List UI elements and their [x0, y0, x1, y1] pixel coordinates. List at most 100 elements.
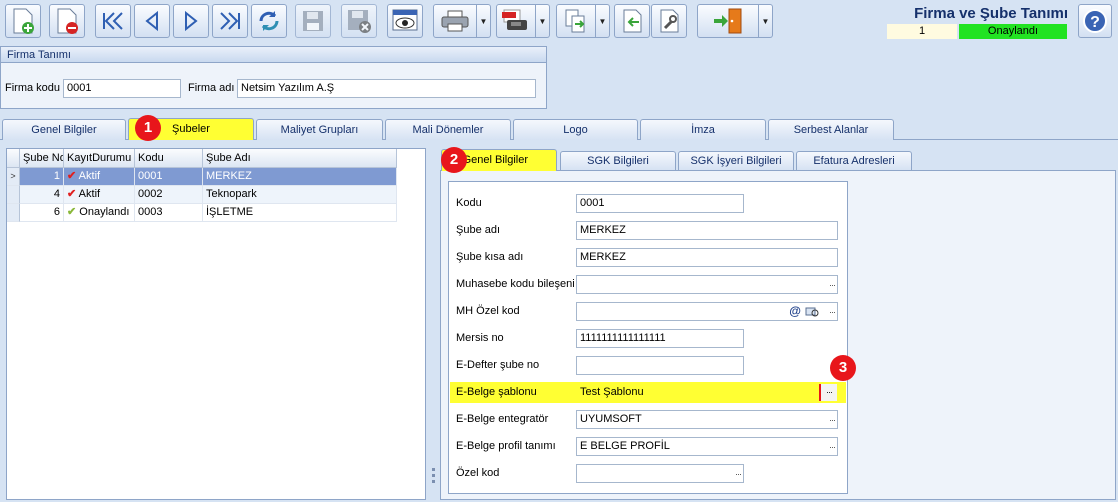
ellipsis-button[interactable]: ···	[829, 439, 836, 455]
at-icon[interactable]: @	[789, 303, 801, 320]
tab-logo[interactable]: Logo	[513, 119, 638, 140]
delete-button[interactable]	[49, 4, 85, 38]
ebelge-entegrator-label: E-Belge entegratör	[456, 413, 549, 425]
col-header-sube-no[interactable]: Şube No	[20, 149, 64, 168]
ebelge-sablonu-input[interactable]: Test Şablonu ···	[576, 383, 838, 402]
mersis-no-input[interactable]: 1111111111111111	[576, 329, 744, 348]
marker-2: 2	[441, 147, 467, 173]
next-record-button[interactable]	[173, 4, 209, 38]
refresh-button[interactable]	[251, 4, 287, 38]
exit-button[interactable]	[697, 4, 759, 38]
table-row-cell-kodu[interactable]: 0001	[135, 168, 203, 186]
firma-kodu-label: Firma kodu	[5, 82, 61, 94]
subtab-efatura-adresleri[interactable]: Efatura Adresleri	[796, 151, 912, 170]
table-row-cell-durum[interactable]: ✔ Aktif	[64, 168, 135, 186]
import-button[interactable]	[614, 4, 650, 38]
ebelge-profil-label: E-Belge profil tanımı	[456, 440, 556, 452]
kodu-input[interactable]: 0001	[576, 194, 744, 213]
table-row-cell-no[interactable]: 6	[20, 204, 64, 222]
ellipsis-button[interactable]: ···	[829, 304, 836, 320]
row-indicator[interactable]	[7, 186, 20, 204]
new-button[interactable]	[5, 4, 41, 38]
exit-dropdown[interactable]: ▼	[759, 4, 773, 38]
ellipsis-button[interactable]: ···	[829, 412, 836, 428]
table-row-cell-no[interactable]: 4	[20, 186, 64, 204]
sube-adi-input[interactable]: MERKEZ	[576, 221, 838, 240]
cancel-save-button[interactable]	[341, 4, 377, 38]
settings-button[interactable]	[651, 4, 687, 38]
ebelge-sablonu-ellipsis-button[interactable]: ···	[819, 384, 837, 401]
table-row-cell-ad[interactable]: MERKEZ	[203, 168, 397, 186]
subtab-sgk-isyeri-bilgileri[interactable]: SGK İşyeri Bilgileri	[678, 151, 794, 170]
row-indicator[interactable]: >	[7, 168, 20, 186]
tab-genel-bilgiler[interactable]: Genel Bilgiler	[2, 119, 126, 140]
last-record-icon	[220, 12, 240, 30]
ebelge-profil-input[interactable]: E BELGE PROFİL ···	[576, 437, 838, 456]
table-row-cell-no[interactable]: 1	[20, 168, 64, 186]
table-row-cell-kodu[interactable]: 0003	[135, 204, 203, 222]
next-record-icon	[185, 10, 198, 32]
ebelge-entegrator-input[interactable]: UYUMSOFT ···	[576, 410, 838, 429]
search-icon[interactable]	[805, 305, 819, 320]
mh-ozel-kod-input[interactable]: @ ···	[576, 302, 838, 321]
table-row-cell-ad[interactable]: İŞLETME	[203, 204, 397, 222]
tab-imza[interactable]: İmza	[640, 119, 766, 140]
sube-kisa-adi-label: Şube kısa adı	[456, 251, 524, 263]
col-header-kodu[interactable]: Kodu	[135, 149, 203, 168]
table-row-cell-ad[interactable]: Teknopark	[203, 186, 397, 204]
tab-mali-donemler[interactable]: Mali Dönemler	[385, 119, 511, 140]
durum-text: Aktif	[78, 170, 101, 182]
ellipsis-button[interactable]: ···	[829, 277, 836, 293]
help-button[interactable]: ?	[1078, 4, 1112, 38]
export-button[interactable]	[556, 4, 596, 38]
preview-button[interactable]	[387, 4, 423, 38]
row-indicator[interactable]	[7, 204, 20, 222]
edefter-sube-no-label: E-Defter şube no	[456, 359, 540, 371]
marker-3: 3	[830, 355, 856, 381]
print-button[interactable]	[433, 4, 477, 38]
col-header-kayit-durumu[interactable]: KayıtDurumu	[64, 149, 135, 168]
tab-serbest-alanlar[interactable]: Serbest Alanlar	[768, 119, 894, 140]
export-dropdown[interactable]: ▼	[596, 4, 610, 38]
save-button[interactable]	[295, 4, 331, 38]
ebelge-sablonu-label: E-Belge şablonu	[456, 386, 537, 398]
ellipsis-button[interactable]: ···	[735, 466, 742, 482]
check-icon: ✔	[67, 206, 77, 218]
status-badge: Onaylandı	[959, 24, 1067, 39]
durum-text: Aktif	[78, 188, 101, 200]
ebelge-sablonu-value: Test Şablonu	[580, 386, 644, 398]
durum-text: Onaylandı	[79, 206, 130, 218]
pdf-export-button[interactable]	[496, 4, 536, 38]
firma-adi-input[interactable]: Netsim Yazılım A.Ş	[237, 79, 536, 98]
sube-adi-label: Şube adı	[456, 224, 501, 236]
delete-document-icon	[57, 8, 78, 34]
tab-maliyet-gruplari[interactable]: Maliyet Grupları	[256, 119, 383, 140]
last-record-button[interactable]	[212, 4, 248, 38]
print-dropdown[interactable]: ▼	[477, 4, 491, 38]
first-record-button[interactable]	[95, 4, 131, 38]
firma-kodu-input[interactable]: 0001	[63, 79, 181, 98]
table-row-cell-durum[interactable]: ✔ Aktif	[64, 186, 135, 204]
panel-splitter[interactable]	[430, 148, 438, 500]
table-row-cell-durum[interactable]: ✔ Onaylandı	[64, 204, 135, 222]
pdf-export-dropdown[interactable]: ▼	[536, 4, 550, 38]
help-icon: ?	[1083, 9, 1107, 33]
muhasebe-kodu-input[interactable]: ···	[576, 275, 838, 294]
col-header-sube-adi[interactable]: Şube Adı	[203, 149, 397, 168]
new-document-icon	[13, 8, 34, 34]
grid-indicator-header	[7, 149, 20, 168]
mh-ozel-kod-label: MH Özel kod	[456, 305, 520, 317]
subtab-sgk-bilgileri[interactable]: SGK Bilgileri	[560, 151, 676, 170]
pdf-export-icon	[502, 9, 527, 30]
table-row-cell-kodu[interactable]: 0002	[135, 186, 203, 204]
previous-record-button[interactable]	[134, 4, 170, 38]
ozel-kod-input[interactable]: ···	[576, 464, 744, 483]
muhasebe-kodu-label: Muhasebe kodu bileşeni	[456, 278, 575, 290]
marker-1: 1	[135, 115, 161, 141]
check-icon: ✔	[67, 170, 77, 182]
sube-kisa-adi-input[interactable]: MERKEZ	[576, 248, 838, 267]
preview-icon	[392, 9, 418, 31]
ebelge-entegrator-value: UYUMSOFT	[580, 413, 642, 425]
edefter-sube-no-input[interactable]	[576, 356, 744, 375]
firma-adi-label: Firma adı	[188, 82, 235, 94]
